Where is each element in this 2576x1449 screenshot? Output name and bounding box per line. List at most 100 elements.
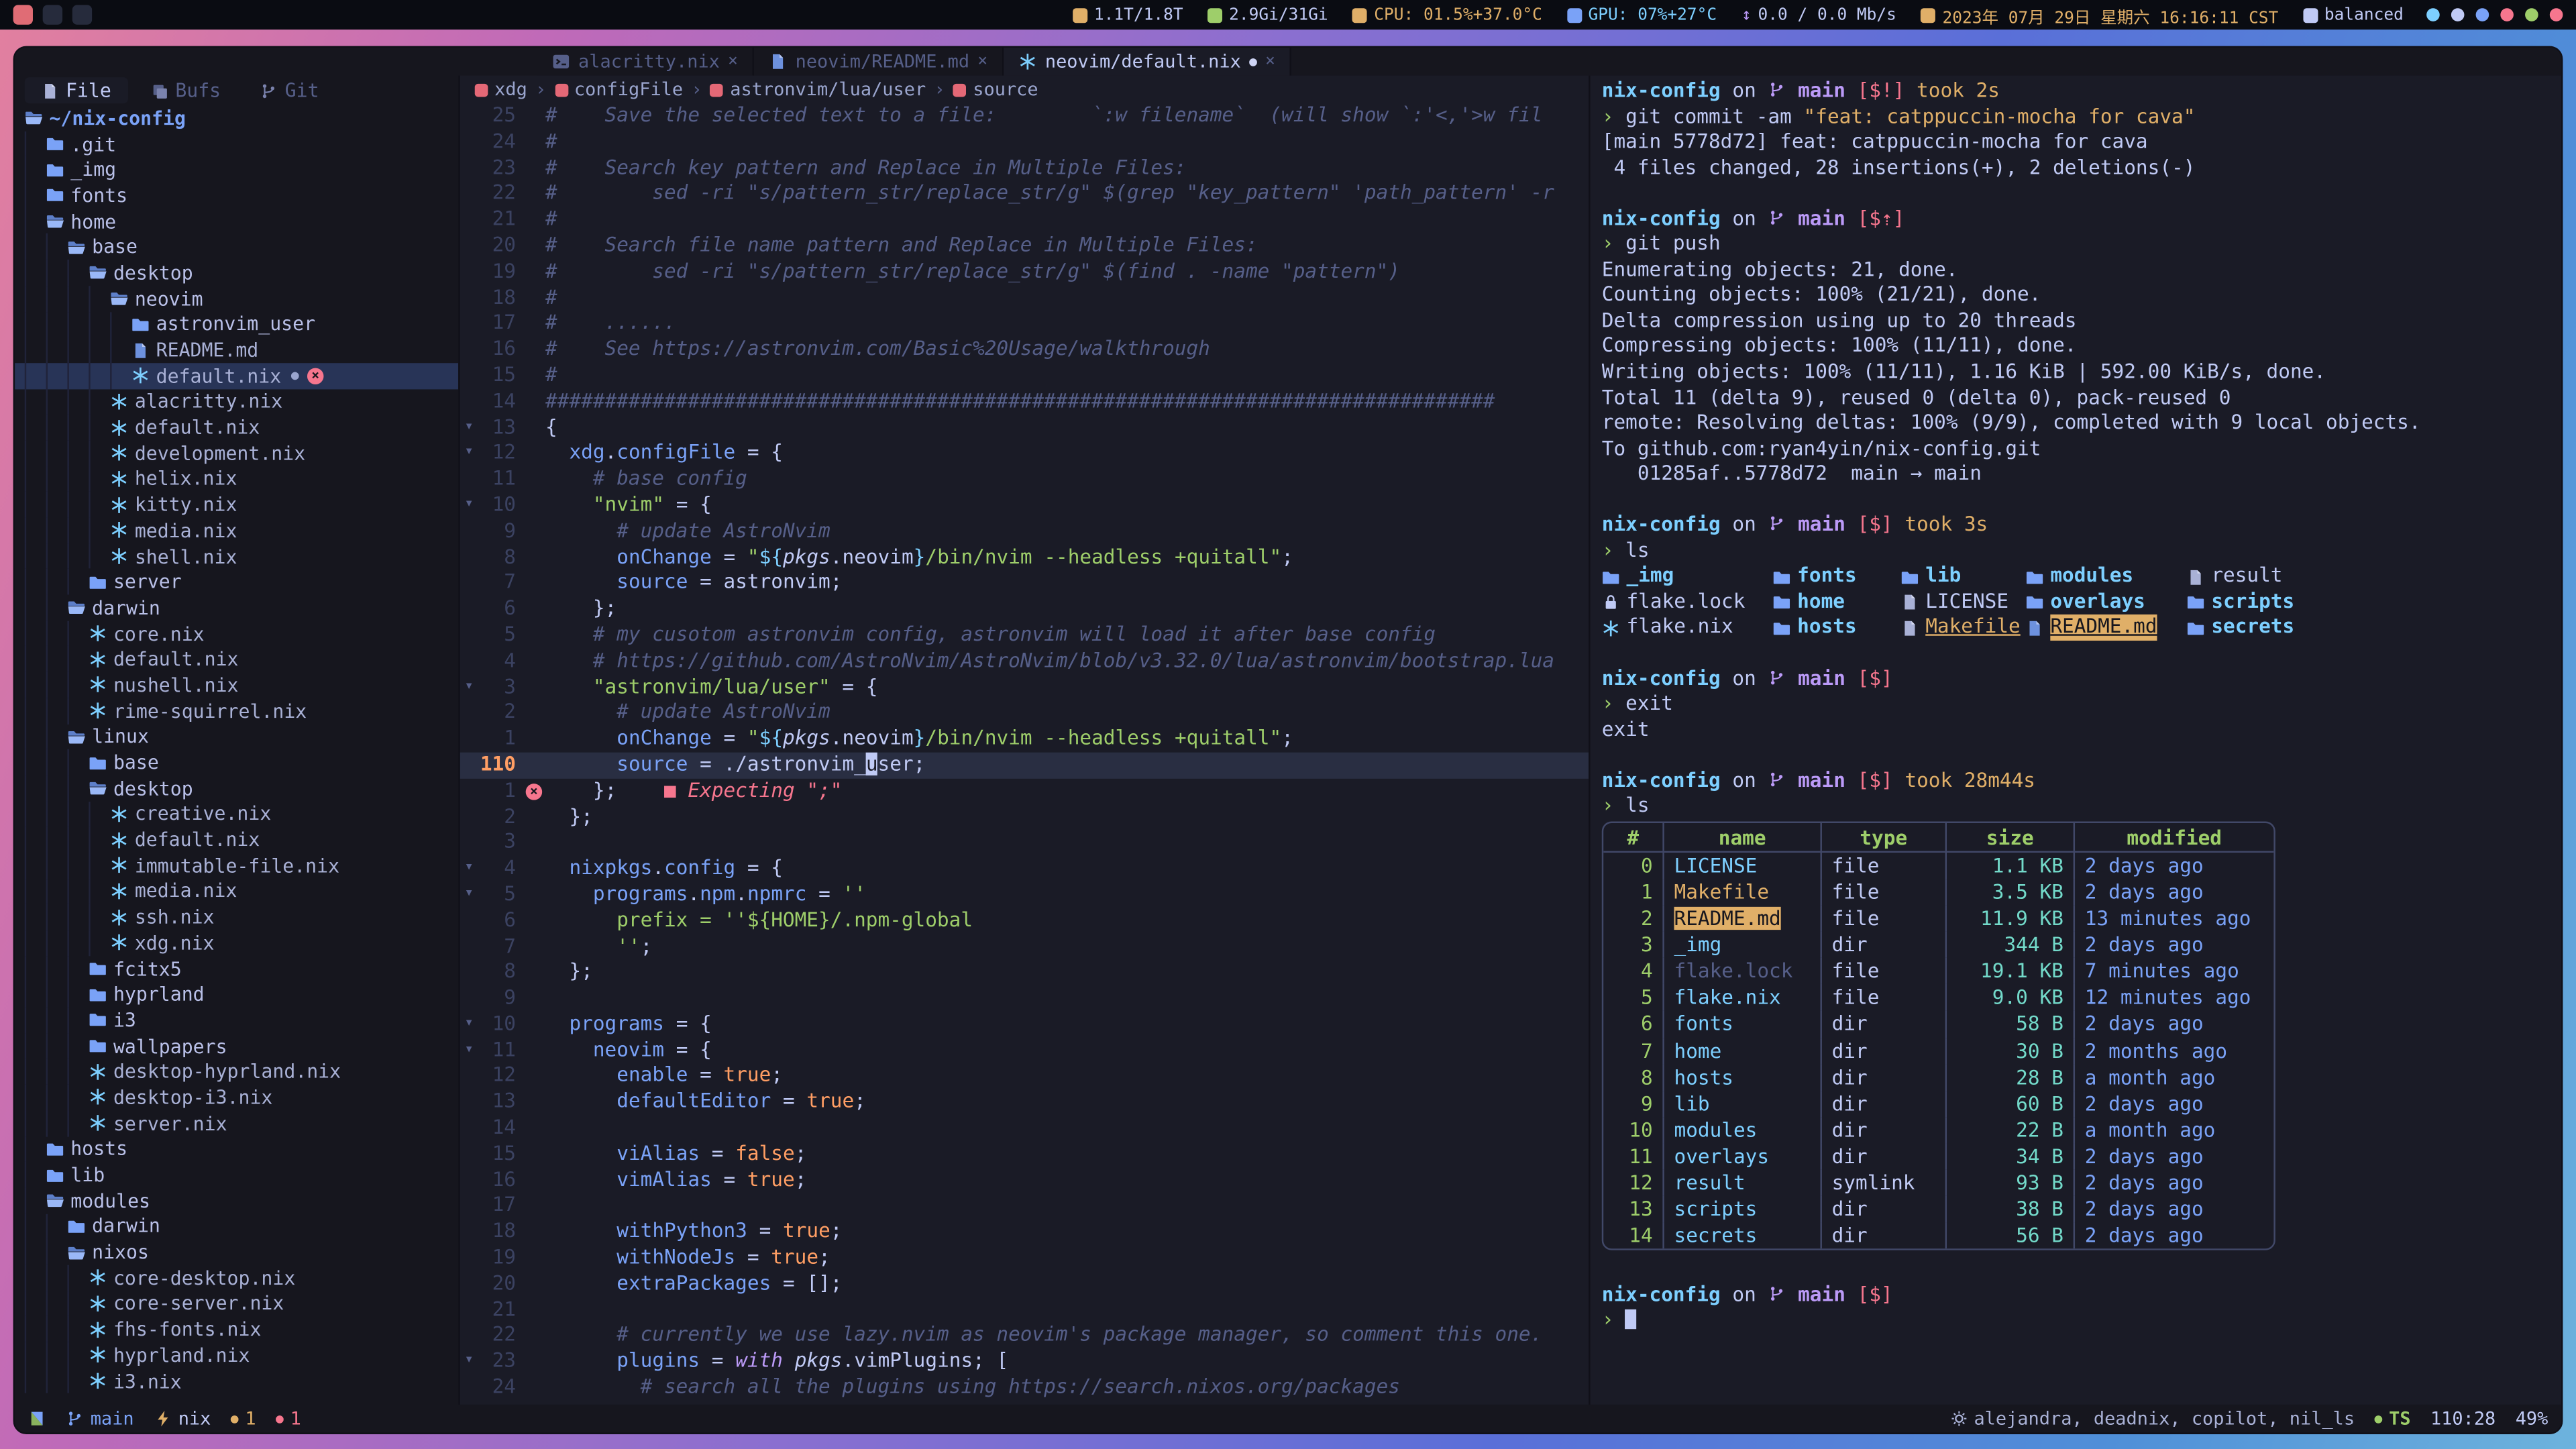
fold-arrow-icon[interactable]: ▾ [460,441,478,467]
statusline-warnings[interactable]: ●1 [231,1408,256,1430]
editor-line[interactable]: 3 [460,830,1589,857]
tree-item-ssh.nix[interactable]: ssh.nix [15,904,458,930]
tree-item-linux[interactable]: linux [15,724,458,749]
tree-item-wallpapers[interactable]: wallpapers [15,1033,458,1059]
buffer-tab-alacritty.nix[interactable]: alacritty.nix× [537,48,755,76]
editor-line[interactable]: 7 source = astronvim; [460,571,1589,597]
editor-line[interactable]: 17# ...... [460,311,1589,337]
tree-item-server.nix[interactable]: server.nix [15,1110,458,1136]
tree-item-default.nix[interactable]: default.nix [15,647,458,672]
tab-close-icon[interactable]: × [1265,52,1275,70]
tree-item-development.nix[interactable]: development.nix [15,440,458,466]
tree-item-lib[interactable]: lib [15,1162,458,1187]
tree-item-server[interactable]: server [15,569,458,594]
editor-line[interactable]: 14 [460,1116,1589,1142]
editor-line[interactable]: 18 withPython3 = true; [460,1220,1589,1246]
tree-item-desktop[interactable]: desktop [15,260,458,285]
display-icon[interactable] [2476,8,2489,21]
editor-lines[interactable]: 25# Save the selected text to a file: `:… [460,103,1589,1405]
editor-line[interactable]: 7 ''; [460,934,1589,960]
tree-item-core-desktop.nix[interactable]: core-desktop.nix [15,1265,458,1291]
editor-line[interactable]: 8 }; [460,960,1589,986]
window-icon-2[interactable] [72,5,92,24]
tree-item-kitty.nix[interactable]: kitty.nix [15,492,458,517]
breadcrumb-item[interactable]: astronvim/lua/user [710,79,926,101]
tab-close-icon[interactable]: × [977,52,987,70]
buffer-tab-neovim/default.nix[interactable]: neovim/default.nix●× [1004,48,1292,76]
buffer-tab-neovim/README.md[interactable]: neovim/README.md× [754,48,1004,76]
editor-line[interactable]: 5 # my cusotom astronvim config, astronv… [460,623,1589,649]
tree-item-_img[interactable]: _img [15,157,458,182]
fold-arrow-icon[interactable]: ▾ [460,1012,478,1038]
editor-line[interactable]: 110 source = ./astronvim_user; [460,752,1589,778]
tree-item-base[interactable]: base [15,749,458,775]
editor-line[interactable]: ▾5 programs.npm.npmrc = '' [460,882,1589,908]
filetree-tab-File[interactable]: File [25,77,128,103]
editor-line[interactable]: 21 [460,1297,1589,1324]
editor-line[interactable]: ▾3 "astronvim/lua/user" = { [460,674,1589,700]
notification-icon[interactable] [2500,8,2514,21]
editor-line[interactable]: ▾12 xdg.configFile = { [460,441,1589,467]
editor-line[interactable]: 15 viAlias = false; [460,1142,1589,1168]
fold-arrow-icon[interactable]: ▾ [460,493,478,519]
tree-item-nixos[interactable]: nixos [15,1239,458,1265]
editor-line[interactable]: ▾11 neovim = { [460,1038,1589,1064]
tree-item-desktop-hyprland.nix[interactable]: desktop-hyprland.nix [15,1059,458,1084]
breadcrumb-item[interactable]: xdg [475,79,527,101]
tree-item-desktop[interactable]: desktop [15,775,458,801]
filetree-tab-Bufs[interactable]: Bufs [134,77,237,103]
statusline-errors[interactable]: ●1 [276,1408,301,1430]
editor-line[interactable]: 13 defaultEditor = true; [460,1089,1589,1116]
tab-close-icon[interactable]: × [728,52,738,70]
editor-line[interactable]: 6 prefix = ''${HOME}/.npm-global [460,908,1589,934]
editor[interactable]: xdg›configFile›astronvim/lua/user›source… [458,76,1589,1405]
tree-item-neovim[interactable]: neovim [15,286,458,311]
editor-line[interactable]: 11 # base config [460,467,1589,493]
editor-line[interactable]: 6 }; [460,596,1589,623]
editor-line[interactable]: 20# Search file name pattern and Replace… [460,233,1589,260]
editor-line[interactable]: ▾23 plugins = with pkgs.vimPlugins; [ [460,1349,1589,1375]
fold-arrow-icon[interactable]: ▾ [460,415,478,441]
tree-item-desktop-i3.nix[interactable]: desktop-i3.nix [15,1085,458,1110]
tree-item-core-server.nix[interactable]: core-server.nix [15,1291,458,1316]
bluetooth-icon[interactable] [2426,8,2440,21]
breadcrumb-item[interactable]: configFile [555,79,684,101]
editor-line[interactable]: 23# Search key pattern and Replace in Mu… [460,156,1589,182]
launcher-icon[interactable] [13,5,33,24]
editor-line[interactable]: 8 onChange = "${pkgs.neovim}/bin/nvim --… [460,545,1589,571]
editor-line[interactable]: 21# [460,207,1589,233]
tree-item-fonts[interactable]: fonts [15,182,458,208]
tree-item-modules[interactable]: modules [15,1187,458,1213]
editor-line[interactable]: ▾10 "nvim" = { [460,493,1589,519]
tree-item-xdg.nix[interactable]: xdg.nix [15,930,458,955]
power-icon[interactable] [2550,8,2563,21]
tree-item-default.nix[interactable]: default.nix●× [15,363,458,388]
editor-line[interactable]: 25# Save the selected text to a file: `:… [460,103,1589,129]
editor-line[interactable]: 4 # https://github.com/AstroNvim/AstroNv… [460,649,1589,675]
tree-item-immutable-file.nix[interactable]: immutable-file.nix [15,853,458,878]
fold-arrow-icon[interactable]: ▾ [460,1349,478,1375]
tree-item-.git[interactable]: .git [15,131,458,156]
tree-item-hosts[interactable]: hosts [15,1136,458,1161]
editor-line[interactable]: 16 vimAlias = true; [460,1167,1589,1193]
editor-line[interactable]: 16# See https://astronvim.com/Basic%20Us… [460,337,1589,363]
tree-item-darwin[interactable]: darwin [15,595,458,621]
tree-item-media.nix[interactable]: media.nix [15,517,458,543]
tree-item-alacritty.nix[interactable]: alacritty.nix [15,388,458,414]
editor-line[interactable]: 9 [460,986,1589,1012]
editor-line[interactable]: 24 # search all the plugins using https:… [460,1375,1589,1401]
file-tree[interactable]: FileBufsGit ~/nix-config.git_imgfontshom… [15,76,458,1405]
editor-line[interactable]: 24# [460,129,1589,156]
editor-line[interactable]: 22 # currently we use lazy.nvim as neovi… [460,1324,1589,1350]
tree-item-base[interactable]: base [15,234,458,260]
window-icon-1[interactable] [43,5,62,24]
editor-line[interactable]: 17 [460,1193,1589,1220]
tree-item-~/nix-config[interactable]: ~/nix-config [15,105,458,131]
tree-item-hyprland[interactable]: hyprland [15,981,458,1007]
tree-item-default.nix[interactable]: default.nix [15,415,458,440]
editor-line[interactable]: 9 # update AstroNvim [460,519,1589,545]
tree-item-shell.nix[interactable]: shell.nix [15,543,458,569]
editor-line[interactable]: 15# [460,363,1589,389]
editor-line[interactable]: 1 onChange = "${pkgs.neovim}/bin/nvim --… [460,727,1589,753]
tree-item-helix.nix[interactable]: helix.nix [15,466,458,492]
